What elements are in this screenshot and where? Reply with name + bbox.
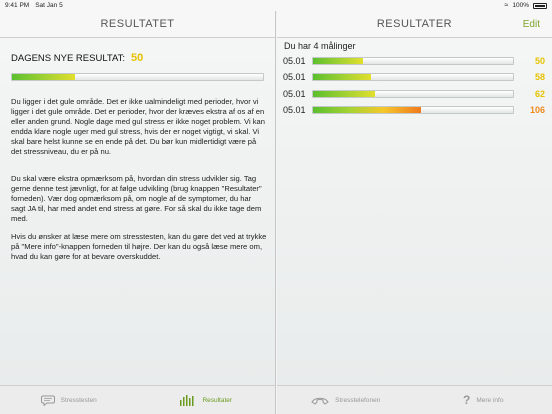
measurement-bar	[312, 106, 514, 114]
measurement-bar-fill	[313, 107, 421, 113]
measurement-value: 106	[529, 105, 545, 115]
measurement-value: 50	[534, 56, 545, 66]
measurement-date: 05.01	[283, 105, 306, 115]
measurement-date: 05.01	[283, 72, 306, 82]
todays-result-label: DAGENS NYE RESULTAT:	[11, 53, 126, 64]
tab-label: Resultater	[202, 396, 233, 404]
battery-percent: 100%	[512, 2, 529, 9]
measurement-date: 05.01	[283, 56, 306, 66]
measurement-bar-fill	[313, 91, 375, 97]
tab-bar-right: Stresstelefonen ? Mere info	[277, 385, 552, 414]
question-mark-icon: ?	[463, 393, 471, 407]
phone-icon	[311, 396, 329, 405]
status-time: 9:41 PM	[5, 2, 30, 9]
todays-result: DAGENS NYE RESULTAT: 50	[11, 52, 143, 64]
wifi-icon: ≈	[504, 2, 509, 9]
chat-bubble-icon	[40, 395, 55, 406]
measurement-row[interactable]: 05.01 62	[283, 88, 545, 100]
measurement-value: 62	[534, 89, 545, 99]
todays-result-value: 50	[131, 52, 144, 64]
measurement-count: Du har 4 målinger	[284, 41, 356, 51]
measurement-row[interactable]: 05.01 106	[283, 104, 545, 116]
measurement-bar	[312, 57, 514, 65]
result-paragraph-1: Du ligger i det gule område. Det er ikke…	[11, 97, 265, 156]
result-pane: RESULTATET DAGENS NYE RESULTAT: 50 Du li…	[0, 11, 276, 385]
bar-chart-icon	[180, 394, 196, 406]
tab-resultater[interactable]: Resultater	[138, 394, 276, 406]
result-paragraph-3: Hvis du ønsker at læse mere om stresstes…	[11, 232, 267, 261]
tab-mere-info[interactable]: ? Mere info	[415, 393, 552, 407]
measurement-bar	[312, 73, 514, 81]
status-bar: 9:41 PM Sat Jan 5 ≈ 100%	[0, 0, 552, 11]
battery-icon	[533, 2, 547, 9]
measurement-date: 05.01	[283, 89, 306, 99]
edit-button[interactable]: Edit	[523, 19, 540, 30]
tab-bar-left: Stresstesten Resultater	[0, 385, 276, 414]
result-paragraph-2: Du skal være ekstra opmærksom på, hvorda…	[11, 174, 262, 223]
measurement-row[interactable]: 05.01 58	[283, 71, 545, 83]
measurement-bar-fill	[313, 74, 371, 80]
measurement-bar-fill	[313, 58, 363, 64]
todays-result-bar-fill	[12, 74, 75, 80]
tab-label: Stresstelefonen	[335, 396, 381, 404]
tab-label: Stresstesten	[60, 396, 97, 404]
tab-stresstelefonen[interactable]: Stresstelefonen	[277, 396, 415, 405]
measurement-bar	[312, 90, 514, 98]
todays-result-bar	[11, 73, 264, 81]
tab-label: Mere info	[476, 396, 504, 404]
measurement-value: 58	[534, 72, 545, 82]
results-pane: RESULTATER Edit Du har 4 målinger 05.01 …	[277, 11, 552, 385]
results-navbar: RESULTATER Edit	[277, 11, 552, 38]
result-navbar: RESULTATET	[0, 11, 275, 38]
measurement-row[interactable]: 05.01 50	[283, 55, 545, 67]
page-title: RESULTATET	[100, 18, 175, 30]
results-title: RESULTATER	[376, 18, 453, 30]
tab-stresstesten[interactable]: Stresstesten	[0, 395, 138, 406]
status-date: Sat Jan 5	[35, 2, 63, 9]
